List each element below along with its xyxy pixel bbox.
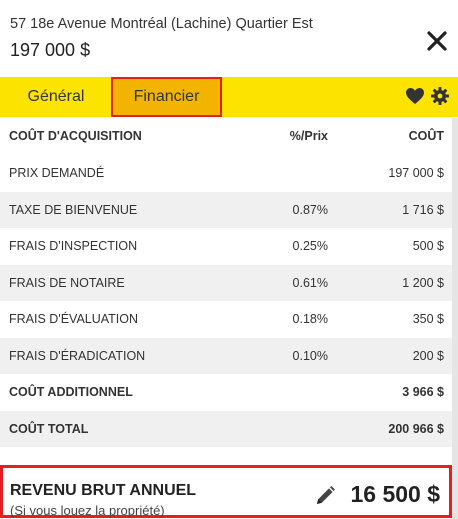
row-cost: 500 $ [412,239,444,253]
listing-address: 57 18e Avenue Montréal (Lachine) Quartie… [10,16,313,32]
row-label: PRIX DEMANDÉ [9,166,105,180]
revenue-title: REVENU BRUT ANNUEL [10,482,197,499]
row-cost: 1 200 $ [402,276,444,290]
table-header: COÛT D'ACQUISITION %/Prix COÛT [0,118,452,154]
table-row: FRAIS D'ÉRADICATION 0.10% 200 $ [0,338,452,374]
additional-cost-row: COÛT ADDITIONNEL 3 966 $ [0,374,452,410]
additional-label: COÛT ADDITIONNEL [9,385,133,399]
gear-icon[interactable] [430,86,450,106]
additional-cost: 3 966 $ [402,385,444,399]
row-pct: 0.10% [292,349,328,363]
row-label: FRAIS D'ÉRADICATION [9,349,146,363]
table-row: FRAIS DE NOTAIRE 0.61% 1 200 $ [0,265,452,301]
revenue-box: REVENU BRUT ANNUEL (Si vous louez la pro… [0,465,452,518]
row-cost: 350 $ [412,312,444,326]
close-icon[interactable] [426,30,448,52]
row-pct: 0.25% [292,239,328,253]
header-cost: COÛT [408,129,444,143]
tab-financier[interactable]: Financier [111,77,222,117]
table-row: PRIX DEMANDÉ 197 000 $ [0,155,452,191]
row-cost: 200 $ [412,349,444,363]
row-label: FRAIS DE NOTAIRE [9,276,125,290]
revenue-value[interactable]: 16 500 $ [350,481,440,508]
row-pct: 0.87% [292,203,328,217]
pencil-icon[interactable] [314,485,336,507]
listing-header: 57 18e Avenue Montréal (Lachine) Quartie… [0,0,458,76]
row-label: FRAIS D'ÉVALUATION [9,312,139,326]
listing-price: 197 000 $ [10,40,91,60]
row-pct: 0.61% [292,276,328,290]
row-label: FRAIS D'INSPECTION [9,239,138,253]
row-cost: 1 716 $ [402,203,444,217]
table-row: TAXE DE BIENVENUE 0.87% 1 716 $ [0,192,452,228]
tab-bar: Général Financier [0,77,458,117]
row-cost: 197 000 $ [388,166,444,180]
tab-general[interactable]: Général [15,77,97,117]
header-label: COÛT D'ACQUISITION [9,129,142,143]
scrollbar[interactable] [452,118,458,519]
header-pct: %/Prix [289,129,328,143]
revenue-subtitle: (Si vous louez la propriété) [10,503,165,518]
row-pct: 0.18% [292,312,328,326]
row-label: TAXE DE BIENVENUE [9,203,138,217]
total-cost: 200 966 $ [388,422,444,436]
total-cost-row: COÛT TOTAL 200 966 $ [0,411,452,447]
heart-icon[interactable] [405,87,425,105]
table-row: FRAIS D'ÉVALUATION 0.18% 350 $ [0,301,452,337]
total-label: COÛT TOTAL [9,422,89,436]
table-row: FRAIS D'INSPECTION 0.25% 500 $ [0,228,452,264]
